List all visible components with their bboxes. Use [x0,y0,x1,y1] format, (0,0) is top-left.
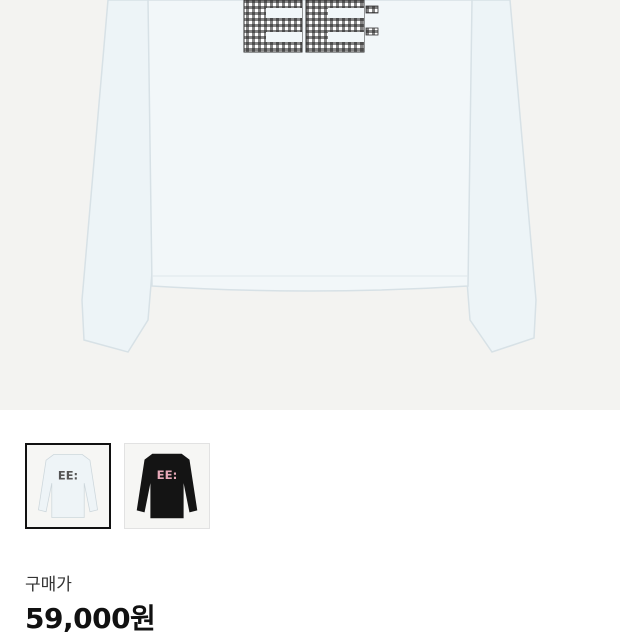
black-tee-thumbnail-image: EE: [136,453,198,519]
thumbnail-strip: EE: EE: [25,443,210,529]
ee-logo [243,0,379,53]
product-hero-image [0,0,620,410]
white-tee-thumbnail-image: EE: [38,454,98,518]
price-label: 구매가 [25,575,72,595]
thumbnail-white-tee[interactable]: EE: [25,443,111,529]
white-tee-illustration [81,0,537,353]
svg-text:EE:: EE: [157,468,178,482]
thumbnail-black-tee[interactable]: EE: [124,443,210,529]
svg-text:EE:: EE: [58,468,78,482]
price-value: 59,000원 [25,602,156,635]
